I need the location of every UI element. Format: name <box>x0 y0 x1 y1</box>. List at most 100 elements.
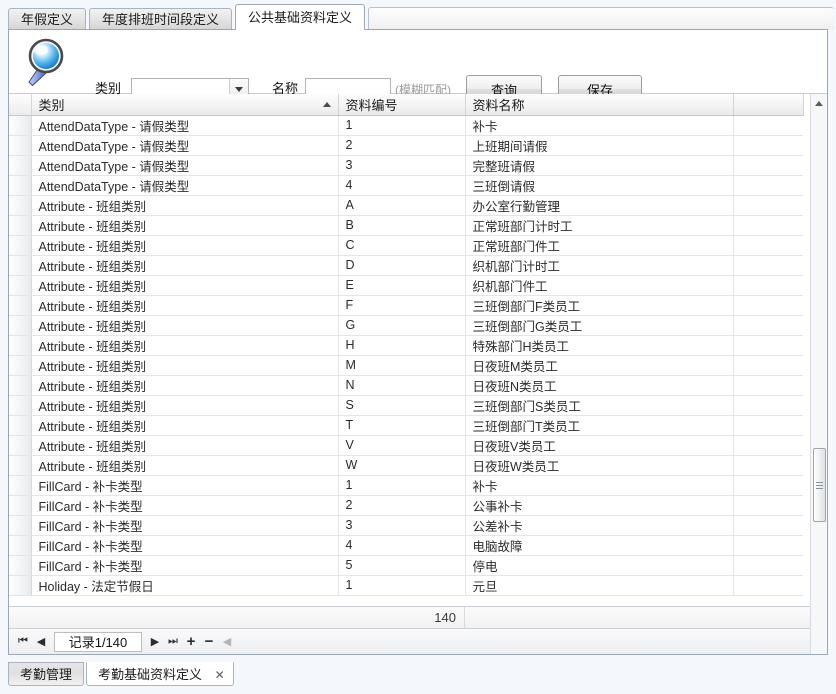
taskbar-item-label: 考勤管理 <box>20 667 73 682</box>
row-selector-cell[interactable] <box>9 215 32 236</box>
cell-name: 日夜班W类员工 <box>465 455 734 476</box>
cell-category: Attribute - 班组类别 <box>31 195 339 216</box>
cell-category: Attribute - 班组类别 <box>31 375 339 396</box>
cell-code: 3 <box>338 515 466 536</box>
table-row[interactable]: Attribute - 班组类别 H 特殊部门H类员工 <box>9 335 803 356</box>
tab-annual-leave-definition[interactable]: 年假定义 <box>8 8 87 30</box>
tab-annual-shift-period-definition[interactable]: 年度排班时间段定义 <box>89 8 233 30</box>
nav-previous-button[interactable]: ◀ <box>32 632 50 652</box>
table-row[interactable]: FillCard - 补卡类型 3 公差补卡 <box>9 515 803 536</box>
table-row[interactable]: FillCard - 补卡类型 2 公事补卡 <box>9 495 803 516</box>
row-selector-cell[interactable] <box>9 335 32 356</box>
column-header-code[interactable]: 资料编号 <box>338 94 466 116</box>
cell-category: FillCard - 补卡类型 <box>31 535 339 556</box>
row-selector-cell[interactable] <box>9 195 32 216</box>
row-selector-cell[interactable] <box>9 255 32 276</box>
cell-filler <box>733 175 803 196</box>
cell-code: 1 <box>338 475 466 496</box>
table-row[interactable]: AttendDataType - 请假类型 1 补卡 <box>9 115 803 136</box>
row-selector-cell[interactable] <box>9 455 32 476</box>
table-row[interactable]: Attribute - 班组类别 E 织机部门件工 <box>9 275 803 296</box>
row-selector-cell[interactable] <box>9 435 32 456</box>
table-row[interactable]: Attribute - 班组类别 N 日夜班N类员工 <box>9 375 803 396</box>
table-row[interactable]: FillCard - 补卡类型 4 电脑故障 <box>9 535 803 556</box>
row-selector-cell[interactable] <box>9 115 32 136</box>
nav-first-button[interactable]: ⏮ <box>14 632 32 652</box>
row-selector-cell[interactable] <box>9 295 32 316</box>
nav-next-button[interactable]: ▶ <box>146 632 164 652</box>
row-selector-cell[interactable] <box>9 415 32 436</box>
row-selector-cell[interactable] <box>9 475 32 496</box>
record-navigator: ⏮ ◀ 记录1/140 ▶ ⏭ + − ◀ <box>9 628 810 654</box>
table-row[interactable]: Attribute - 班组类别 F 三班倒部门F类员工 <box>9 295 803 316</box>
column-header-selector[interactable] <box>9 94 32 116</box>
table-row[interactable]: FillCard - 补卡类型 5 停电 <box>9 555 803 576</box>
taskbar-item-attendance-management[interactable]: 考勤管理 <box>8 662 85 686</box>
cell-code: V <box>338 435 466 456</box>
taskbar-item-attendance-base-data[interactable]: 考勤基础资料定义 ✕ <box>86 662 234 686</box>
cell-category: Attribute - 班组类别 <box>31 215 339 236</box>
close-icon[interactable]: ✕ <box>215 664 225 687</box>
nav-delete-record-button[interactable]: − <box>200 632 218 652</box>
cell-code: W <box>338 455 466 476</box>
tab-strip-filler <box>368 7 834 30</box>
row-selector-cell[interactable] <box>9 495 32 516</box>
cell-category: FillCard - 补卡类型 <box>31 515 339 536</box>
row-selector-cell[interactable] <box>9 375 32 396</box>
row-selector-cell[interactable] <box>9 315 32 336</box>
summary-category-cell <box>31 607 338 628</box>
table-row[interactable]: Attribute - 班组类别 A 办公室行勤管理 <box>9 195 803 216</box>
cell-code: H <box>338 335 466 356</box>
tab-common-base-data-definition[interactable]: 公共基础资料定义 <box>235 4 366 30</box>
cell-code: S <box>338 395 466 416</box>
scrollbar-thumb[interactable] <box>813 448 826 522</box>
row-selector-cell[interactable] <box>9 515 32 536</box>
cell-filler <box>733 575 803 596</box>
cell-name: 织机部门件工 <box>465 275 734 296</box>
sort-ascending-icon <box>322 102 331 107</box>
table-row[interactable]: Attribute - 班组类别 W 日夜班W类员工 <box>9 455 803 476</box>
row-selector-cell[interactable] <box>9 395 32 416</box>
cell-filler <box>733 255 803 276</box>
table-row[interactable]: Attribute - 班组类别 T 三班倒部门T类员工 <box>9 415 803 436</box>
table-row[interactable]: Attribute - 班组类别 B 正常班部门计时工 <box>9 215 803 236</box>
table-row[interactable]: Holiday - 法定节假日 1 元旦 <box>9 575 803 596</box>
row-selector-cell[interactable] <box>9 275 32 296</box>
table-row[interactable]: FillCard - 补卡类型 1 补卡 <box>9 475 803 496</box>
cell-name: 三班倒部门G类员工 <box>465 315 734 336</box>
row-selector-cell[interactable] <box>9 235 32 256</box>
table-row[interactable]: Attribute - 班组类别 G 三班倒部门G类员工 <box>9 315 803 336</box>
row-selector-cell[interactable] <box>9 175 32 196</box>
scroll-up-icon[interactable] <box>811 96 827 110</box>
row-selector-cell[interactable] <box>9 135 32 156</box>
table-row[interactable]: Attribute - 班组类别 D 织机部门计时工 <box>9 255 803 276</box>
row-selector-cell[interactable] <box>9 355 32 376</box>
table-row[interactable]: Attribute - 班组类别 V 日夜班V类员工 <box>9 435 803 456</box>
table-row[interactable]: Attribute - 班组类别 M 日夜班M类员工 <box>9 355 803 376</box>
cell-code: N <box>338 375 466 396</box>
table-row[interactable]: AttendDataType - 请假类型 2 上班期间请假 <box>9 135 803 156</box>
column-header-category[interactable]: 类别 <box>31 94 339 116</box>
table-row[interactable]: AttendDataType - 请假类型 4 三班倒请假 <box>9 175 803 196</box>
cell-code: D <box>338 255 466 276</box>
nav-more-button[interactable]: ◀ <box>218 632 236 652</box>
cell-name: 补卡 <box>465 475 734 496</box>
row-selector-cell[interactable] <box>9 535 32 556</box>
cell-filler <box>733 355 803 376</box>
row-selector-cell[interactable] <box>9 575 32 596</box>
nav-last-button[interactable]: ⏭ <box>164 632 182 652</box>
vertical-scrollbar[interactable] <box>810 94 827 654</box>
row-selector-cell[interactable] <box>9 555 32 576</box>
table-row[interactable]: AttendDataType - 请假类型 3 完整班请假 <box>9 155 803 176</box>
row-selector-cell[interactable] <box>9 155 32 176</box>
nav-add-record-button[interactable]: + <box>182 632 200 652</box>
cell-category: Attribute - 班组类别 <box>31 415 339 436</box>
cell-code: E <box>338 275 466 296</box>
cell-code: A <box>338 195 466 216</box>
cell-filler <box>733 475 803 496</box>
table-row[interactable]: Attribute - 班组类别 S 三班倒部门S类员工 <box>9 395 803 416</box>
cell-name: 日夜班M类员工 <box>465 355 734 376</box>
column-header-name[interactable]: 资料名称 <box>465 94 734 116</box>
cell-filler <box>733 375 803 396</box>
table-row[interactable]: Attribute - 班组类别 C 正常班部门件工 <box>9 235 803 256</box>
